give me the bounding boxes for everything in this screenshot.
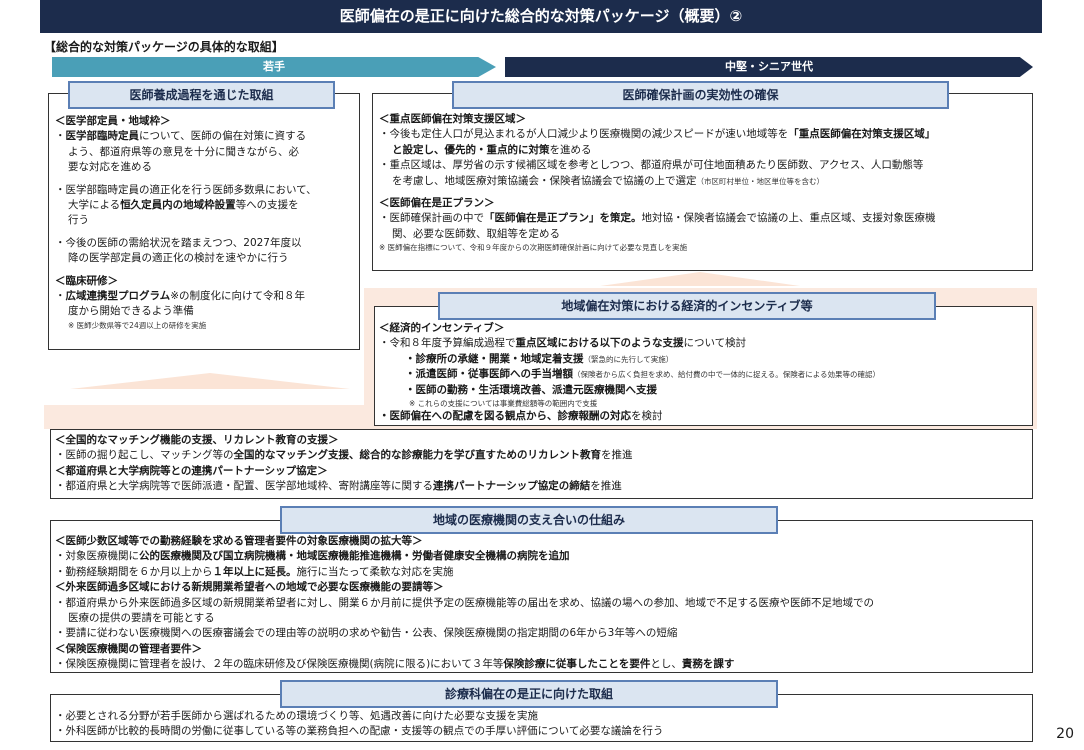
incentive-item2: ・医師偏在への配慮を図る観点から、診療報酬の対応を検討 bbox=[379, 410, 663, 423]
incentive-sub-note: ※ これらの支援については事業費総額等の範囲内で支援 bbox=[409, 399, 598, 409]
incentive-item1: ・令和８年度予算編成過程で重点区域における以下のような支援について検討 bbox=[379, 337, 747, 350]
incentive-title: ＜経済的インセンティブ＞ bbox=[379, 322, 505, 334]
plan-header: 医師確保計画の実効性の確保 bbox=[452, 81, 949, 109]
specialty-header: 診療科偏在の是正に向けた取組 bbox=[280, 680, 778, 708]
training-note: ※ 医師少数県等で24週以上の研修を実施 bbox=[68, 320, 207, 330]
matching-item1: ・医師の掘り起こし、マッチング等の全国的なマッチング支援、総合的な診療能力を学び… bbox=[55, 449, 633, 462]
support-item4: ・要請に従わない医療機関への医療審議会での理由等の説明の求めや勧告・公表、保険医… bbox=[55, 627, 678, 640]
incentive-sub1: ・診療所の承継・開業・地域定着支援（緊急的に先行して実施） bbox=[405, 352, 674, 365]
incentive-sub3: ・医師の勤務・生活環境改善、派遣元医療機関へ支援 bbox=[405, 383, 657, 396]
plan-s1-title: ＜重点医師偏在対策支援区域＞ bbox=[379, 113, 526, 125]
training-s1-item1: ・医学部臨時定員について、医師の偏在対策に資する bbox=[55, 130, 307, 143]
incentive-sub2: ・派遣医師・従事医師への手当増額（保険者から広く負担を求め、給付費の中で一体的に… bbox=[405, 368, 881, 381]
support-item5: ・保険医療機関に管理者を設け、２年の臨床研修及び保険医療機関(病院に限る)におい… bbox=[55, 658, 735, 671]
senior-arrow: 中堅・シニア世代 bbox=[505, 57, 1033, 77]
incentive-header: 地域偏在対策における経済的インセンティブ等 bbox=[438, 292, 936, 320]
specialty-item1: ・必要とされる分野が若手医師から選ばれるための環境づくり等、処遇改善に向けた必要… bbox=[55, 710, 538, 722]
support-item3: ・都道府県から外来医師過多区域の新規開業希望者に対し、開業６か月前に提供予定の医… bbox=[55, 596, 874, 609]
plan-s2-item1: ・医師確保計画の中で「医師偏在是正プラン」を策定。地対協・保険者協議会で協議の上… bbox=[379, 212, 936, 225]
training-s1-item3: ・今後の医師の需給状況を踏まえつつ、2027年度以 bbox=[55, 236, 302, 249]
matching-title2: ＜都道府県と大学病院等との連携パートナーシップ協定＞ bbox=[55, 464, 328, 477]
support-title2: ＜外来医師過多区域における新規開業希望者への地域で必要な医療機能の要請等＞ bbox=[55, 581, 444, 594]
page-title: 医師偏在の是正に向けた総合的な対策パッケージ（概要）② bbox=[40, 0, 1042, 33]
plan-s1-item2: ・重点区域は、厚労省の示す候補区域を参考としつつ、都道府県が可住地面積あたり医師… bbox=[379, 159, 924, 172]
training-s2-title: ＜臨床研修＞ bbox=[55, 274, 118, 287]
young-arrow: 若手 bbox=[52, 57, 496, 77]
support-title3: ＜保険医療機関の管理者要件＞ bbox=[55, 642, 202, 655]
section-subtitle: 【総合的な対策パッケージの具体的な取組】 bbox=[44, 40, 284, 54]
support-title1: ＜医師少数区域等での勤務経験を求める管理者要件の対象医療機関の拡大等＞ bbox=[55, 535, 423, 547]
matching-box: ＜全国的なマッチング機能の支援、リカレント教育の支援＞ ・医師の掘り起こし、マッ… bbox=[50, 429, 1033, 499]
training-box: ＜医学部定員・地域枠＞ ・医学部臨時定員について、医師の偏在対策に資する よう、… bbox=[48, 93, 360, 350]
training-s2-item1: ・広域連携型プログラム※の制度化に向けて令和８年 bbox=[55, 290, 305, 303]
arrow-up-right bbox=[600, 272, 800, 286]
incentive-box: ＜経済的インセンティブ＞ ・令和８年度予算編成過程で重点区域における以下のような… bbox=[374, 306, 1033, 426]
support-item1: ・対象医療機関に公的医療機関及び国立病院機構・地域医療機能推進機構・労働者健康安… bbox=[55, 550, 570, 563]
matching-item2: ・都道府県と大学病院等で医師派遣・配置、医学部地域枠、寄附講座等に関する連携パー… bbox=[55, 480, 622, 493]
training-s1-item2: ・医学部臨時定員の適正化を行う医師多数県において、 bbox=[55, 183, 317, 196]
support-box: ＜医師少数区域等での勤務経験を求める管理者要件の対象医療機関の拡大等＞ ・対象医… bbox=[50, 520, 1033, 673]
arrow-up-left bbox=[70, 373, 350, 389]
training-header: 医師養成過程を通じた取組 bbox=[68, 81, 335, 109]
support-header: 地域の医療機関の支え合いの仕組み bbox=[280, 506, 778, 534]
plan-note: ※ 医師偏在指標について、令和９年度からの次期医師確保計画に向けて必要な見直しを… bbox=[379, 243, 688, 253]
plan-s1-item1: ・今後も定住人口が見込まれるが人口減少より医療機関の減少スピードが速い地域等を「… bbox=[379, 128, 936, 141]
page-number: 20 bbox=[1056, 726, 1074, 742]
training-s1-title: ＜医学部定員・地域枠＞ bbox=[55, 115, 171, 127]
matching-title1: ＜全国的なマッチング機能の支援、リカレント教育の支援＞ bbox=[55, 434, 339, 446]
plan-s2-title: ＜医師偏在是正プラン＞ bbox=[379, 197, 495, 210]
plan-box: ＜重点医師偏在対策支援区域＞ ・今後も定住人口が見込まれるが人口減少より医療機関… bbox=[372, 93, 1033, 271]
specialty-item2: ・外科医師が比較的長時間の労働に従事している等の業務負担への配慮・支援等の観点で… bbox=[55, 725, 664, 738]
support-item2: ・勤務経験期間を６か月以上から１年以上に延長。施行に当たって柔軟な対応を実施 bbox=[55, 565, 454, 578]
